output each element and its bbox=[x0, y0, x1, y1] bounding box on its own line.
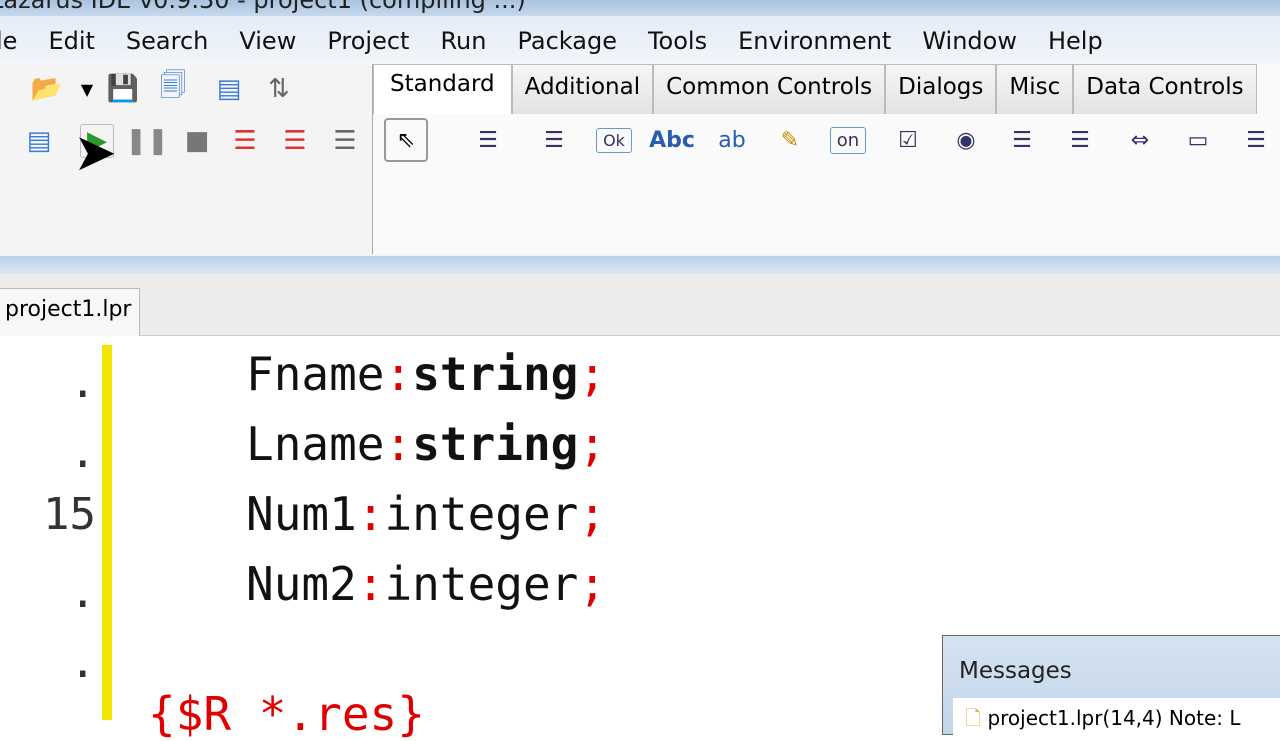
code-line: Num2:integer; bbox=[246, 557, 607, 611]
open-icon[interactable]: 📂 bbox=[30, 72, 64, 106]
line-number: . bbox=[69, 567, 97, 618]
dropdown-arrow-icon[interactable]: ▼ bbox=[70, 72, 104, 106]
window-title: Lazarus IDE v0.9.30 - project1 (compilin… bbox=[0, 0, 526, 14]
toggle-form-unit-icon[interactable]: ⇅ bbox=[262, 72, 296, 106]
pointer-tool-icon[interactable]: ⇖ bbox=[384, 118, 428, 162]
menu-edit[interactable]: Edit bbox=[48, 27, 94, 55]
tab-additional[interactable]: Additional bbox=[511, 64, 654, 114]
mainmenu-icon[interactable]: ☰ bbox=[466, 118, 510, 162]
tlistbox-icon[interactable]: ☰ bbox=[1000, 118, 1044, 162]
pause-icon[interactable]: ❚❚ bbox=[125, 124, 169, 158]
tab-dialogs[interactable]: Dialogs bbox=[885, 64, 997, 114]
messages-window: Messages 🗋 project1.lpr(14,4) Note: L bbox=[942, 635, 1280, 738]
menu-view[interactable]: View bbox=[239, 27, 296, 55]
messages-title: Messages bbox=[959, 658, 1072, 684]
menu-search[interactable]: Search bbox=[126, 27, 208, 55]
menu-environment[interactable]: Environment bbox=[738, 27, 891, 55]
tgroupbox-icon[interactable]: ▭ bbox=[1176, 118, 1220, 162]
mouse-cursor-icon: ➤ bbox=[73, 123, 117, 183]
new-form-icon[interactable]: ▤ bbox=[212, 72, 246, 106]
popupmenu-icon[interactable]: ☰ bbox=[532, 118, 576, 162]
stop-icon[interactable]: ■ bbox=[180, 124, 214, 158]
compiler-directive: {$R *.res} bbox=[148, 687, 425, 741]
ttogglebox-icon[interactable]: on bbox=[829, 126, 867, 154]
tab-standard[interactable]: Standard bbox=[373, 64, 512, 114]
editor-tabs: project1.lpr bbox=[0, 274, 1280, 336]
save-all-icon[interactable]: 🗐 bbox=[156, 71, 190, 106]
line-gutter: . . 15 . . bbox=[0, 337, 102, 720]
tmemo-icon[interactable]: ✎ bbox=[768, 118, 812, 162]
file-icon: 🗋 bbox=[965, 706, 982, 730]
menu-window[interactable]: Window bbox=[922, 27, 1017, 55]
line-number: . bbox=[69, 637, 97, 688]
menu-tools[interactable]: Tools bbox=[648, 27, 707, 55]
view-forms-icon[interactable]: ▤ bbox=[22, 124, 56, 158]
tab-misc[interactable]: Misc bbox=[996, 64, 1074, 114]
menu-run[interactable]: Run bbox=[440, 27, 486, 55]
splitter[interactable] bbox=[0, 256, 1280, 274]
menu-bar: le Edit Search View Project Run Package … bbox=[0, 16, 1280, 66]
tscrollbar-icon[interactable]: ⇔ bbox=[1118, 118, 1162, 162]
menu-file[interactable]: le bbox=[0, 27, 17, 55]
line-number: . bbox=[69, 427, 97, 478]
step-over-icon[interactable]: ☰ bbox=[278, 124, 312, 158]
menu-project[interactable]: Project bbox=[327, 27, 409, 55]
line-number: . bbox=[69, 357, 97, 408]
line-number: 15 bbox=[43, 489, 96, 540]
step-into-icon[interactable]: ☰ bbox=[228, 124, 262, 158]
modified-lines-marker bbox=[102, 345, 112, 720]
menu-help[interactable]: Help bbox=[1048, 27, 1103, 55]
save-icon[interactable]: 💾 bbox=[106, 72, 140, 106]
code-line: Fname:string; bbox=[246, 347, 607, 401]
message-row[interactable]: 🗋 project1.lpr(14,4) Note: L bbox=[953, 698, 1280, 738]
title-bar: Lazarus IDE v0.9.30 - project1 (compilin… bbox=[0, 0, 1280, 16]
menu-package[interactable]: Package bbox=[517, 27, 616, 55]
tlabel-icon[interactable]: Abc bbox=[649, 118, 695, 162]
tab-data-controls[interactable]: Data Controls bbox=[1073, 64, 1257, 114]
run-to-cursor-icon[interactable]: ☰ bbox=[328, 124, 362, 158]
tcombobox-icon[interactable]: ☰ bbox=[1058, 118, 1102, 162]
tab-common-controls[interactable]: Common Controls bbox=[653, 64, 886, 114]
tradiobutton-icon[interactable]: ◉ bbox=[944, 118, 988, 162]
code-line: Lname:string; bbox=[246, 417, 607, 471]
tbutton-icon[interactable]: Ok bbox=[596, 127, 632, 153]
tab-project1-lpr[interactable]: project1.lpr bbox=[0, 288, 140, 336]
tradiogroup-icon[interactable]: ☰ bbox=[1234, 118, 1278, 162]
code-line: Num1:integer; bbox=[246, 487, 607, 541]
tcheckbox-icon[interactable]: ☑ bbox=[886, 118, 930, 162]
tedit-icon[interactable]: ab bbox=[710, 118, 754, 162]
